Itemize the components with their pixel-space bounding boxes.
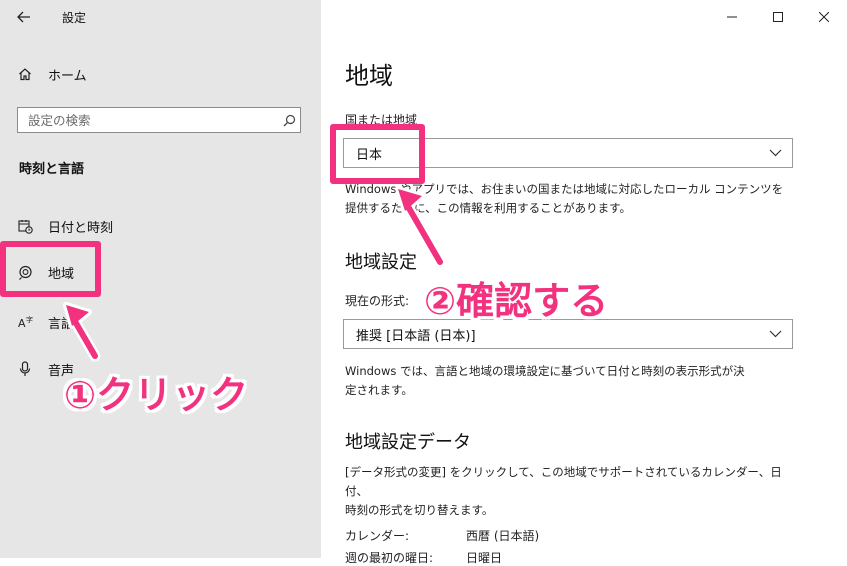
step2-callout-text: ②確認する	[424, 279, 609, 323]
arrow-to-country-dropdown	[395, 186, 446, 268]
arrow-to-region-item	[63, 302, 101, 362]
step1-callout-text: ①クリック	[64, 373, 249, 417]
